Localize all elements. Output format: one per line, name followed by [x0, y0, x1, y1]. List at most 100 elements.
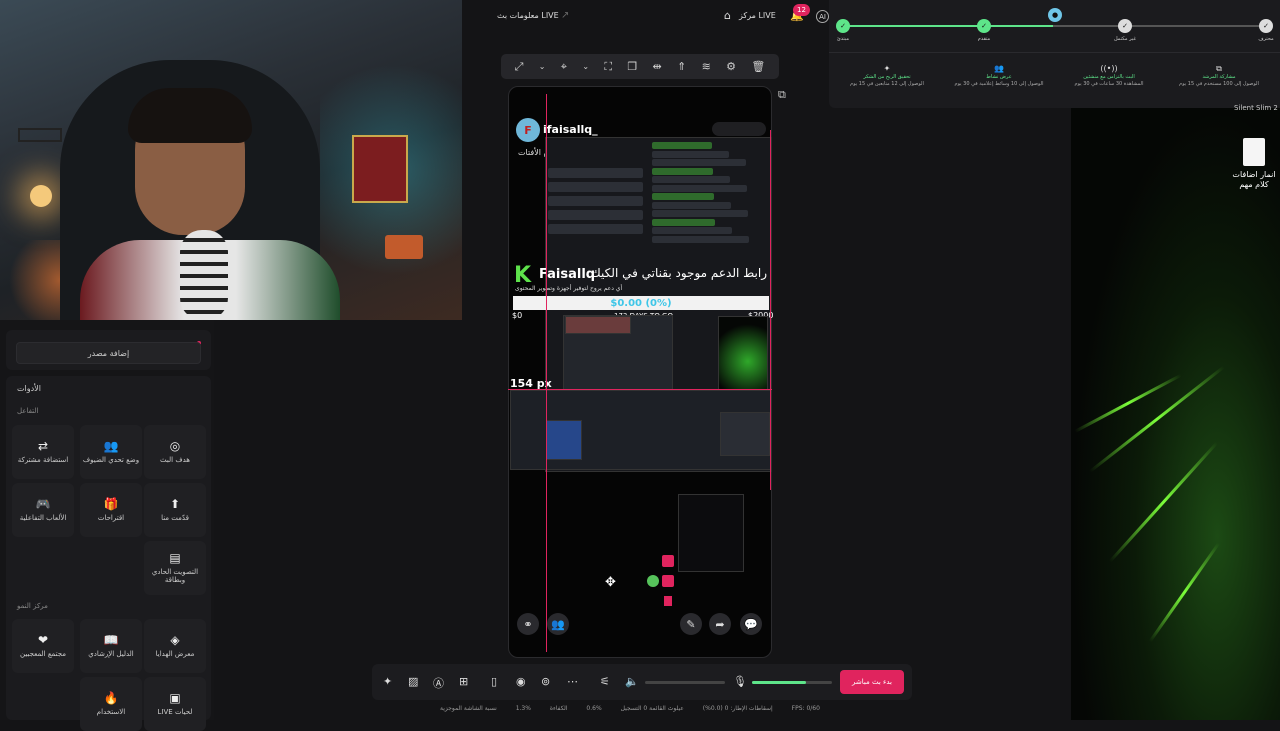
interaction-tool[interactable]: 🎁 اقتراحات	[80, 483, 142, 537]
speaker-icon[interactable]: 🔈	[625, 675, 639, 688]
chevron-down-icon[interactable]: ⌄	[539, 62, 546, 71]
mission-desc: الوصول إلى 12 متابعين في 15 يوم	[850, 80, 924, 87]
crop-icon[interactable]: ⛶	[604, 60, 612, 74]
tool-label: استضافة مشتركة	[17, 455, 69, 464]
link-icon[interactable]: ⚭	[517, 613, 539, 635]
interaction-tool[interactable]: ⬆ قدّمت منا	[144, 483, 206, 537]
microphone	[180, 230, 228, 320]
tool-label: معرض الهدايا	[155, 649, 195, 658]
tool-icon: 📖	[103, 632, 119, 647]
mission-item[interactable]: ✦ تحقيق الربح من الشكر الوصول إلى 12 متابع…	[837, 64, 937, 87]
avatar: F	[516, 118, 540, 142]
tool-icon: ◎	[169, 438, 181, 453]
progress-node-label: مبتدئ	[836, 36, 850, 42]
progress-node-todo[interactable]: ✓	[1118, 19, 1132, 33]
duplicate-icon[interactable]: ❐	[627, 60, 637, 73]
progress-node-done[interactable]: ✓	[977, 19, 991, 33]
ai-icon[interactable]: AI	[816, 10, 829, 23]
live-center-link[interactable]: مركز LIVE	[739, 11, 776, 20]
growth-tool[interactable]: ❤ مجتمع المعجبين	[12, 619, 74, 673]
tool-icon: ▣	[169, 690, 181, 705]
mission-item[interactable]: 👥 عرض نشاط الوصول إلى 10 وسائط إعلامية في …	[949, 64, 1049, 87]
growth-tool[interactable]: ◈ معرض الهدايا	[144, 619, 206, 673]
alignment-guide	[770, 130, 771, 490]
interaction-tool[interactable]: 👥 وضع تحدي الضيوف	[80, 425, 142, 479]
ai-icon[interactable]: Ⓐ	[433, 675, 444, 691]
chat-line	[652, 210, 748, 217]
progress-node-done[interactable]: ✓	[836, 19, 850, 33]
username: ifaisallq_	[543, 123, 598, 136]
chat-line	[652, 235, 749, 243]
chat-message	[548, 168, 643, 178]
mic-level-fill	[752, 681, 807, 684]
position-icon[interactable]: ⌖	[561, 60, 567, 74]
webcam-preview	[0, 0, 462, 320]
phone-icon[interactable]: ▯	[491, 675, 497, 688]
chat-line	[652, 201, 731, 209]
interaction-tool[interactable]: 🎮 الألعاب التفاعلية	[12, 483, 74, 537]
progress-node-todo[interactable]: ✓	[1259, 19, 1273, 33]
trash-icon[interactable]: 🗑	[751, 60, 765, 73]
creator-progress-panel: ✓ مبتدئ ✓ متقدم ● ✓ غير مكتمل ✓ محترف ✦ تحقيق الر…	[829, 0, 1280, 108]
start-live-button[interactable]: بدء بث مباشر	[840, 670, 904, 694]
settings-icon[interactable]: ⚙	[726, 60, 736, 73]
tool-label: الدليل الإرشادي	[88, 649, 134, 658]
status-bar: نسبة الشاشة الموجزية 1.3% الكفاءة 0.6% ع…	[440, 705, 820, 717]
growth-tool[interactable]: ▣ LIVE لحيات	[144, 677, 206, 731]
more-icon[interactable]: ⋯	[567, 675, 578, 688]
guests-icon[interactable]: 👥	[547, 613, 569, 635]
chat-message	[548, 224, 643, 234]
progress-node-label: غير مكتمل	[1113, 36, 1137, 42]
alignment-guide	[546, 94, 547, 652]
flip-icon[interactable]: ⇹	[653, 60, 662, 73]
add-source-button[interactable]: إضافة مصدر	[16, 342, 201, 364]
tool-icon: ❤	[37, 632, 49, 647]
mixer-icon[interactable]: ⚟	[600, 675, 610, 688]
tool-label: الألعاب التفاعلية	[19, 513, 67, 522]
support-subtext: أي دعم يروح لتوفير أجهزة وتطوير المحتوى	[515, 285, 623, 292]
growth-tool[interactable]: 📖 الدليل الإرشادي	[80, 619, 142, 673]
file-icon[interactable]	[1243, 138, 1265, 166]
effects-icon[interactable]: ✦	[383, 675, 392, 688]
comment-icon[interactable]: 💬	[740, 613, 762, 635]
record-icon[interactable]: ◉	[516, 675, 526, 688]
share-icon[interactable]: ➦	[709, 613, 731, 635]
resize-icon[interactable]: ⤢	[515, 60, 524, 74]
stream-info-link[interactable]: معلومات بث LIVE	[497, 11, 559, 20]
magic-wand-icon[interactable]: ✎	[680, 613, 702, 635]
nested-desktop	[718, 316, 768, 392]
chevron-down-icon[interactable]: ⌄	[582, 62, 589, 71]
status-bitrate: نسبة الشاشة الموجزية	[440, 705, 497, 712]
nested-transitions	[720, 412, 770, 456]
add-scene-icon[interactable]: ⊞	[459, 675, 468, 688]
chat-line	[652, 159, 746, 166]
layers-icon[interactable]: ≋	[702, 60, 711, 73]
mission-icon: ⧉	[1216, 64, 1222, 73]
volume-slider[interactable]	[645, 681, 725, 684]
notification-badge: 12	[793, 4, 810, 16]
streamer-hair	[128, 88, 252, 143]
tool-icon: 🎮	[35, 496, 51, 511]
mic-icon[interactable]: 🎙	[733, 675, 747, 688]
interaction-tool[interactable]: ◎ هدف البث	[144, 425, 206, 479]
status-disconnect: عيلوث القائمة 0 التسجيل	[620, 705, 684, 712]
interaction-tool[interactable]: ⇄ استضافة مشتركة	[12, 425, 74, 479]
growth-tool[interactable]: 🔥 الاستخدام	[80, 677, 142, 731]
chat-line	[652, 176, 730, 183]
layout-icon[interactable]: ⧉	[778, 88, 796, 106]
interaction-tool[interactable]: ▤ التصويت الحادي وبطاقة	[144, 541, 206, 595]
tool-icon: ⇄	[37, 438, 49, 453]
camera-icon[interactable]: ⊚	[541, 675, 550, 688]
mission-item[interactable]: ⧉ مشاركة المرشد الوصول إلى 100 مستخدم في 1…	[1169, 64, 1269, 87]
progress-node-current[interactable]: ●	[1048, 8, 1062, 22]
layer-up-icon[interactable]: ⇑	[677, 60, 686, 73]
share-icon[interactable]: ↗	[561, 10, 569, 21]
chat-line	[652, 184, 747, 192]
image-icon[interactable]: ▨	[408, 675, 418, 688]
chat-line	[652, 218, 715, 226]
goal-min: $0	[512, 311, 523, 320]
mission-icon: ✦	[883, 64, 891, 73]
wall-shelf	[18, 128, 62, 142]
tool-label: اقتراحات	[97, 513, 125, 522]
mission-item[interactable]: ((•)) البث بالتزامن مع منشئين المشاهدة 30 …	[1059, 64, 1159, 87]
